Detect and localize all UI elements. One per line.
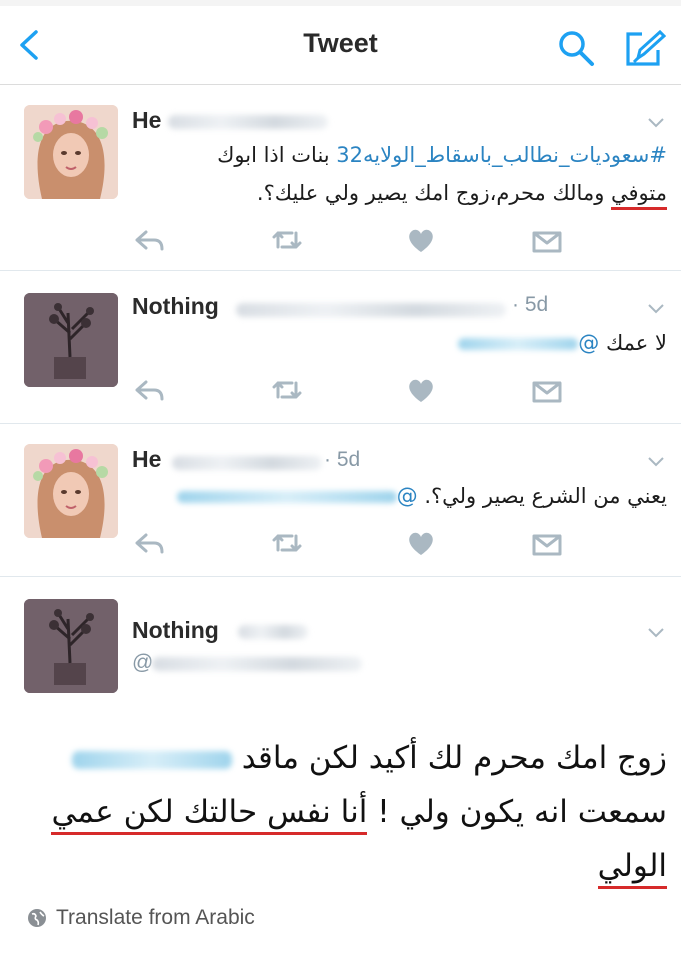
direct-message-icon[interactable] [530, 528, 564, 558]
like-heart-icon[interactable] [404, 528, 438, 558]
redacted-mention [458, 338, 579, 350]
tweet-card[interactable]: He · 5d يعني من الشرع يصير ولي؟. @ [0, 424, 681, 577]
action-bar [0, 375, 681, 409]
underlined-text: لكن عمي [51, 794, 184, 835]
handle-at: @ [132, 651, 154, 674]
mention-link[interactable]: @ [176, 484, 418, 508]
like-heart-icon[interactable] [404, 225, 438, 255]
direct-message-icon[interactable] [530, 225, 564, 255]
redacted-mention [176, 491, 397, 503]
display-name[interactable]: Nothing [132, 617, 219, 644]
tweet-text-line: متوفي ومالك محرم،زوج امك يصير ولي عليك؟. [256, 181, 667, 210]
tweet-text-fragment: بنات اذا ابوك [217, 143, 337, 167]
chevron-down-icon[interactable] [646, 115, 666, 129]
tweet-card[interactable]: Nothing · 5d لا عمك @ [0, 271, 681, 424]
tweet-text-fragment: يعني من الشرع يصير ولي؟. [424, 484, 667, 508]
avatar[interactable] [24, 105, 118, 199]
avatar[interactable] [24, 599, 118, 693]
redacted-handle [236, 303, 506, 317]
redacted-mention[interactable] [71, 750, 232, 769]
timestamp: · 5d [512, 293, 549, 316]
underlined-text: أنا نفس حالتك [183, 794, 368, 835]
reply-icon[interactable] [132, 225, 166, 255]
retweet-icon[interactable] [270, 528, 304, 558]
display-name[interactable]: He [132, 107, 161, 134]
tweet-text-line: يعني من الشرع يصير ولي؟. @ [176, 484, 667, 508]
chevron-down-icon[interactable] [646, 625, 666, 639]
timestamp: · 5d [324, 448, 361, 471]
reply-icon[interactable] [132, 375, 166, 405]
underlined-text: الولي [597, 848, 667, 889]
underlined-text: متوفي [611, 181, 667, 210]
hashtag-link[interactable]: #سعوديات_نطالب_باسقاط_الولايه32 [336, 143, 667, 167]
redacted-handle [168, 115, 328, 129]
display-name[interactable]: Nothing [132, 293, 219, 320]
redacted-username [152, 657, 362, 671]
tweet-text-fragment: زوج امك محرم لك أكيد لكن ماقد [241, 740, 667, 776]
avatar[interactable] [24, 293, 118, 387]
action-bar [0, 528, 681, 562]
reply-icon[interactable] [132, 528, 166, 558]
display-name[interactable]: He [132, 446, 161, 473]
tweet-card[interactable]: He #سعوديات_نطالب_باسقاط_الولايه32 بنات … [0, 85, 681, 271]
retweet-icon[interactable] [270, 225, 304, 255]
action-bar [0, 225, 681, 259]
mention-link[interactable]: @ [458, 331, 599, 355]
chevron-down-icon[interactable] [646, 301, 666, 315]
translate-label: Translate from Arabic [56, 906, 255, 929]
tweet-text-fragment: سمعت انه يكون ولي ! [367, 794, 667, 830]
tweet-text-line: سمعت انه يكون ولي ! أنا نفس حالتك لكن عم… [51, 785, 667, 839]
tweet-text-line: لا عمك @ [458, 331, 667, 355]
search-icon[interactable] [556, 28, 596, 68]
like-heart-icon[interactable] [404, 375, 438, 405]
globe-icon [26, 907, 48, 929]
tweet-text-line: الولي [597, 839, 667, 893]
tweet-text-fragment: لا عمك [605, 331, 667, 355]
chevron-down-icon[interactable] [646, 454, 666, 468]
tweet-text-fragment: ومالك محرم،زوج امك يصير ولي عليك؟. [256, 181, 612, 205]
retweet-icon[interactable] [270, 375, 304, 405]
avatar[interactable] [24, 444, 118, 538]
redacted-handle [238, 625, 308, 639]
direct-message-icon[interactable] [530, 375, 564, 405]
tweet-text-line: زوج امك محرم لك أكيد لكن ماقد [71, 731, 667, 785]
nav-bar: Tweet [0, 6, 681, 85]
compose-icon[interactable] [624, 28, 667, 68]
translate-link[interactable]: Translate from Arabic [26, 906, 255, 930]
tweet-text-line: #سعوديات_نطالب_باسقاط_الولايه32 بنات اذا… [217, 143, 667, 167]
redacted-handle [172, 456, 322, 470]
focused-tweet[interactable]: Nothing @ زوج امك محرم لك أكيد لكن ماقد … [0, 577, 681, 957]
